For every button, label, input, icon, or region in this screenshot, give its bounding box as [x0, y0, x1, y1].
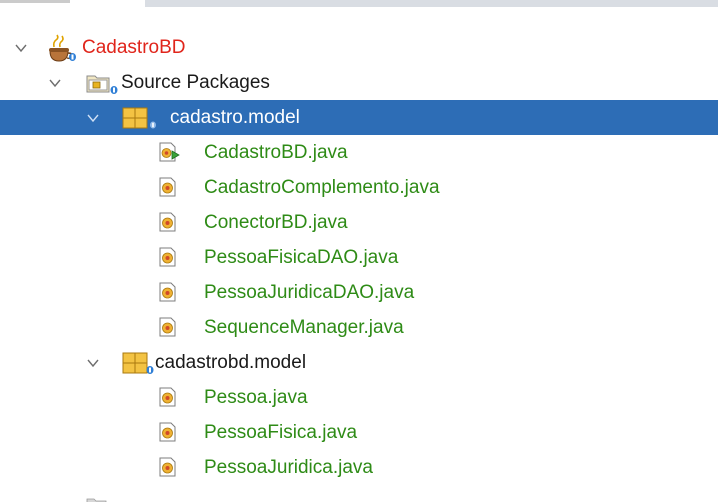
tree-node-package-cadastrobd-model[interactable]: cadastrobd.model: [0, 345, 718, 380]
top-edge-shadow: [0, 0, 70, 3]
file-label: PessoaJuridicaDAO.java: [204, 281, 415, 303]
java-project-icon: [44, 33, 80, 63]
java-class-icon: [157, 211, 181, 235]
file-label: PessoaJuridica.java: [204, 456, 373, 478]
file-label: PessoaFisicaDAO.java: [204, 246, 399, 268]
chevron-down-icon[interactable]: [86, 111, 100, 125]
horizontal-scroll-thumb[interactable]: [145, 0, 718, 7]
tree-node-file[interactable]: PessoaFisicaDAO.java: [0, 240, 718, 275]
chevron-down-icon[interactable]: [48, 76, 62, 90]
file-label: SequenceManager.java: [204, 316, 404, 338]
java-class-icon: [157, 316, 181, 340]
tree-node-package-cadastro-model[interactable]: cadastro.model: [0, 100, 718, 135]
chevron-down-icon[interactable]: [14, 41, 28, 55]
chevron-down-icon[interactable]: [86, 356, 100, 370]
project-label: CadastroBD: [82, 36, 186, 58]
file-label: CadastroBD.java: [204, 141, 348, 163]
java-class-icon: [157, 421, 181, 445]
file-label: Pessoa.java: [204, 386, 308, 408]
tree-node-file[interactable]: CadastroComplemento.java: [0, 170, 718, 205]
package-label: cadastro.model: [170, 106, 300, 128]
java-class-icon: [157, 386, 181, 410]
folder-icon: [84, 493, 110, 502]
tree-node-partial[interactable]: [0, 485, 718, 502]
java-main-class-icon: [157, 141, 181, 165]
java-class-icon: [157, 246, 181, 270]
tree-node-file[interactable]: CadastroBD.java: [0, 135, 718, 170]
java-class-icon: [157, 456, 181, 480]
tree-node-project[interactable]: CadastroBD: [0, 30, 718, 65]
top-scrollbar-strip: [0, 0, 718, 7]
file-label: CadastroComplemento.java: [204, 176, 440, 198]
package-label: cadastrobd.model: [155, 351, 307, 373]
tree-node-file[interactable]: Pessoa.java: [0, 380, 718, 415]
tree-node-file[interactable]: PessoaJuridica.java: [0, 450, 718, 485]
java-class-icon: [157, 281, 181, 305]
tree-node-file[interactable]: SequenceManager.java: [0, 310, 718, 345]
java-class-icon: [157, 176, 181, 200]
tree-node-file[interactable]: ConectorBD.java: [0, 205, 718, 240]
file-label: PessoaFisica.java: [204, 421, 358, 443]
source-packages-label: Source Packages: [121, 71, 270, 93]
tree-node-source-packages[interactable]: Source Packages: [0, 65, 718, 100]
tree-node-file[interactable]: PessoaJuridicaDAO.java: [0, 275, 718, 310]
package-icon: [120, 105, 164, 131]
file-label: ConectorBD.java: [204, 211, 348, 233]
tree-node-file[interactable]: PessoaFisica.java: [0, 415, 718, 450]
source-packages-folder-icon: [84, 69, 120, 97]
